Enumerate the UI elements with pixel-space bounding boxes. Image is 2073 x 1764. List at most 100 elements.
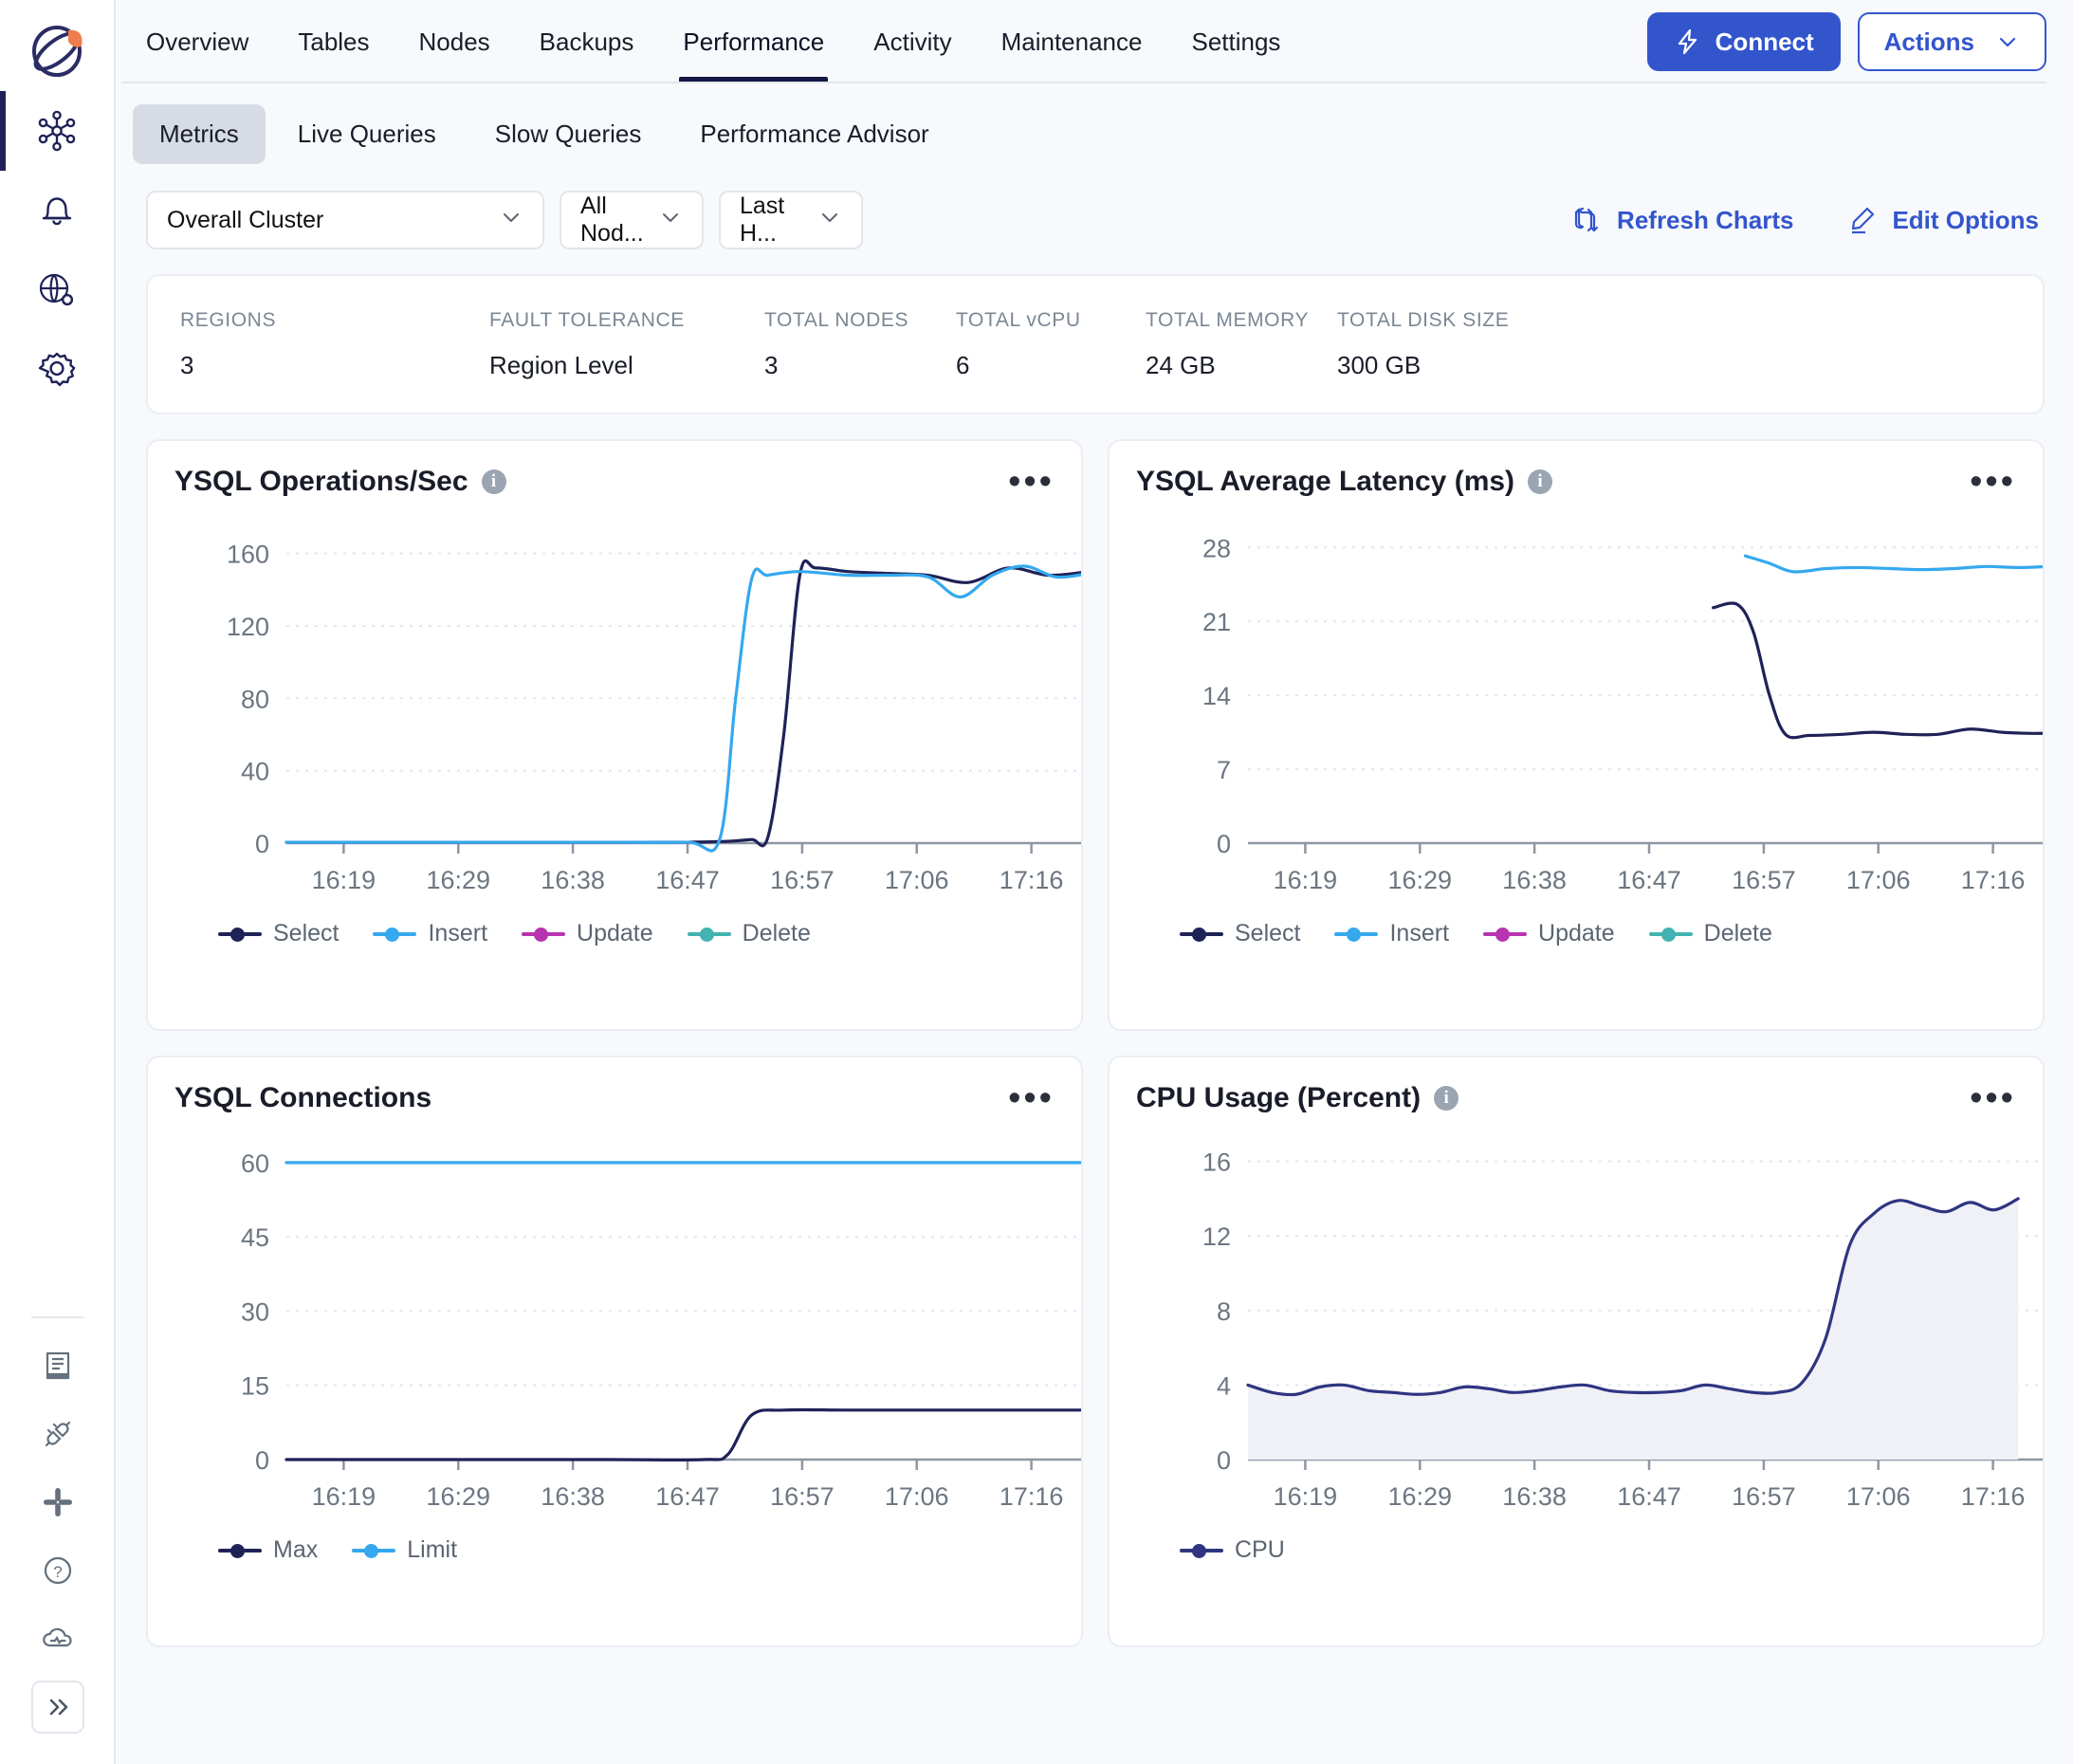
legend-item-limit[interactable]: Limit [352, 1536, 457, 1564]
nav-underline [121, 82, 2046, 83]
legend-item-max[interactable]: Max [218, 1536, 318, 1564]
stat-value: 300 GB [1337, 351, 1509, 380]
chart-menu-button[interactable]: ••• [1970, 1092, 2016, 1105]
chevron-double-right-icon [44, 1693, 72, 1721]
legend-label: CPU [1235, 1536, 1285, 1564]
svg-text:16:38: 16:38 [541, 1482, 605, 1511]
sidebar-item-network[interactable] [0, 250, 115, 330]
info-icon[interactable]: i [1528, 469, 1552, 494]
chart-menu-button[interactable]: ••• [1008, 1092, 1055, 1105]
nav-tab-tables[interactable]: Tables [273, 0, 394, 83]
legend-item-select[interactable]: Select [218, 920, 339, 947]
chevron-down-icon [658, 205, 683, 236]
nodes-select-value: All Nod... [580, 193, 645, 248]
chart-svg: 01530456016:1916:2916:3816:4716:5717:061… [174, 1122, 1083, 1530]
legend-item-update[interactable]: Update [522, 920, 653, 947]
svg-text:16:19: 16:19 [312, 1482, 376, 1511]
sidebar-item-docs[interactable] [0, 1332, 116, 1400]
svg-text:160: 160 [227, 541, 269, 569]
legend-item-delete[interactable]: Delete [688, 920, 811, 947]
primary-nav-tabs: Overview Tables Nodes Backups Performanc… [116, 0, 1305, 83]
svg-text:8: 8 [1217, 1297, 1231, 1326]
nav-tab-maintenance[interactable]: Maintenance [977, 0, 1167, 83]
sidebar-item-status[interactable] [0, 1605, 116, 1673]
nav-tab-backups[interactable]: Backups [515, 0, 659, 83]
legend-marker [1334, 925, 1378, 944]
legend-item-select[interactable]: Select [1180, 920, 1300, 947]
tab-slow-queries[interactable]: Slow Queries [468, 104, 669, 164]
stat-value: Region Level [489, 351, 764, 380]
chart-controls: Refresh Charts Edit Options [1571, 205, 2045, 235]
sidebar-item-alerts[interactable] [0, 171, 115, 250]
nav-tab-performance[interactable]: Performance [658, 0, 849, 83]
info-icon[interactable]: i [482, 469, 506, 494]
yugabyte-planet-logo[interactable] [0, 8, 115, 91]
pencil-icon [1846, 205, 1877, 235]
actions-label: Actions [1884, 28, 1974, 57]
chart-menu-button[interactable]: ••• [1970, 475, 2016, 488]
lightning-icon [1674, 28, 1702, 56]
nav-tab-nodes[interactable]: Nodes [394, 0, 515, 83]
chart-title: CPU Usage (Percent) [1136, 1082, 1421, 1114]
top-actions: Connect Actions [1647, 12, 2046, 71]
svg-text:0: 0 [1217, 830, 1231, 858]
stat-label: TOTAL DISK SIZE [1337, 309, 1509, 332]
legend-marker [352, 1541, 395, 1560]
svg-text:17:16: 17:16 [1000, 1482, 1064, 1511]
chart-menu-button[interactable]: ••• [1008, 475, 1055, 488]
nav-tab-overview[interactable]: Overview [121, 0, 273, 83]
scope-select[interactable]: Overall Cluster [146, 191, 544, 249]
svg-text:17:06: 17:06 [885, 866, 949, 894]
refresh-charts-button[interactable]: Refresh Charts [1571, 205, 1793, 235]
nodes-select[interactable]: All Nod... [560, 191, 704, 249]
book-icon [41, 1349, 75, 1383]
connect-button[interactable]: Connect [1647, 12, 1841, 71]
chart-plot-area: 048121616:1916:2916:3816:4716:5717:0617:… [1136, 1122, 2016, 1534]
svg-text:4: 4 [1217, 1371, 1231, 1400]
svg-text:16:57: 16:57 [1732, 1482, 1796, 1511]
sidebar-item-integrations[interactable] [0, 1400, 116, 1468]
svg-text:15: 15 [241, 1372, 269, 1401]
legend-item-update[interactable]: Update [1483, 920, 1615, 947]
svg-text:16:19: 16:19 [1274, 1482, 1338, 1511]
legend-label: Limit [407, 1536, 457, 1564]
svg-text:17:16: 17:16 [1000, 866, 1064, 894]
chart-legend: Select Insert Update Delete [1136, 920, 2016, 947]
svg-text:14: 14 [1202, 682, 1231, 710]
svg-text:0: 0 [255, 1446, 269, 1475]
nav-tab-activity[interactable]: Activity [849, 0, 976, 83]
sidebar-item-help[interactable]: ? [0, 1536, 116, 1605]
svg-text:16:29: 16:29 [1388, 866, 1453, 894]
svg-text:?: ? [53, 1563, 62, 1581]
svg-text:40: 40 [241, 758, 269, 786]
actions-button[interactable]: Actions [1858, 12, 2046, 71]
stat-label: TOTAL MEMORY [1146, 309, 1337, 332]
card-header: CPU Usage (Percent) i ••• [1136, 1082, 2016, 1114]
info-icon[interactable]: i [1434, 1086, 1458, 1111]
chart-title: YSQL Average Latency (ms) [1136, 466, 1514, 498]
app-root: ? [0, 0, 2073, 1764]
nav-tab-settings[interactable]: Settings [1166, 0, 1305, 83]
stat-fault-tolerance: FAULT TOLERANCE Region Level [489, 309, 764, 380]
legend-item-insert[interactable]: Insert [373, 920, 487, 947]
sidebar-collapse-toggle[interactable] [0, 1673, 116, 1741]
legend-item-insert[interactable]: Insert [1334, 920, 1449, 947]
sidebar-item-slack[interactable] [0, 1468, 116, 1536]
chart-plot-area: 01530456016:1916:2916:3816:4716:5717:061… [174, 1122, 1055, 1534]
tab-performance-advisor[interactable]: Performance Advisor [673, 104, 955, 164]
sidebar-item-clusters[interactable] [0, 91, 115, 171]
filter-row: Overall Cluster All Nod... Last H... [116, 164, 2073, 249]
legend-marker [522, 925, 565, 944]
sidebar-item-settings[interactable] [0, 330, 115, 410]
edit-options-button[interactable]: Edit Options [1846, 205, 2039, 235]
chart-plot-area: 0714212816:1916:2916:3816:4716:5717:0617… [1136, 505, 2016, 918]
legend-item-cpu[interactable]: CPU [1180, 1536, 1285, 1564]
stat-label: FAULT TOLERANCE [489, 309, 764, 332]
svg-text:120: 120 [227, 613, 269, 641]
svg-text:16:57: 16:57 [1732, 866, 1796, 894]
tab-live-queries[interactable]: Live Queries [271, 104, 463, 164]
tab-metrics[interactable]: Metrics [133, 104, 266, 164]
svg-text:16:29: 16:29 [427, 866, 491, 894]
legend-item-delete[interactable]: Delete [1649, 920, 1772, 947]
time-range-select[interactable]: Last H... [719, 191, 863, 249]
